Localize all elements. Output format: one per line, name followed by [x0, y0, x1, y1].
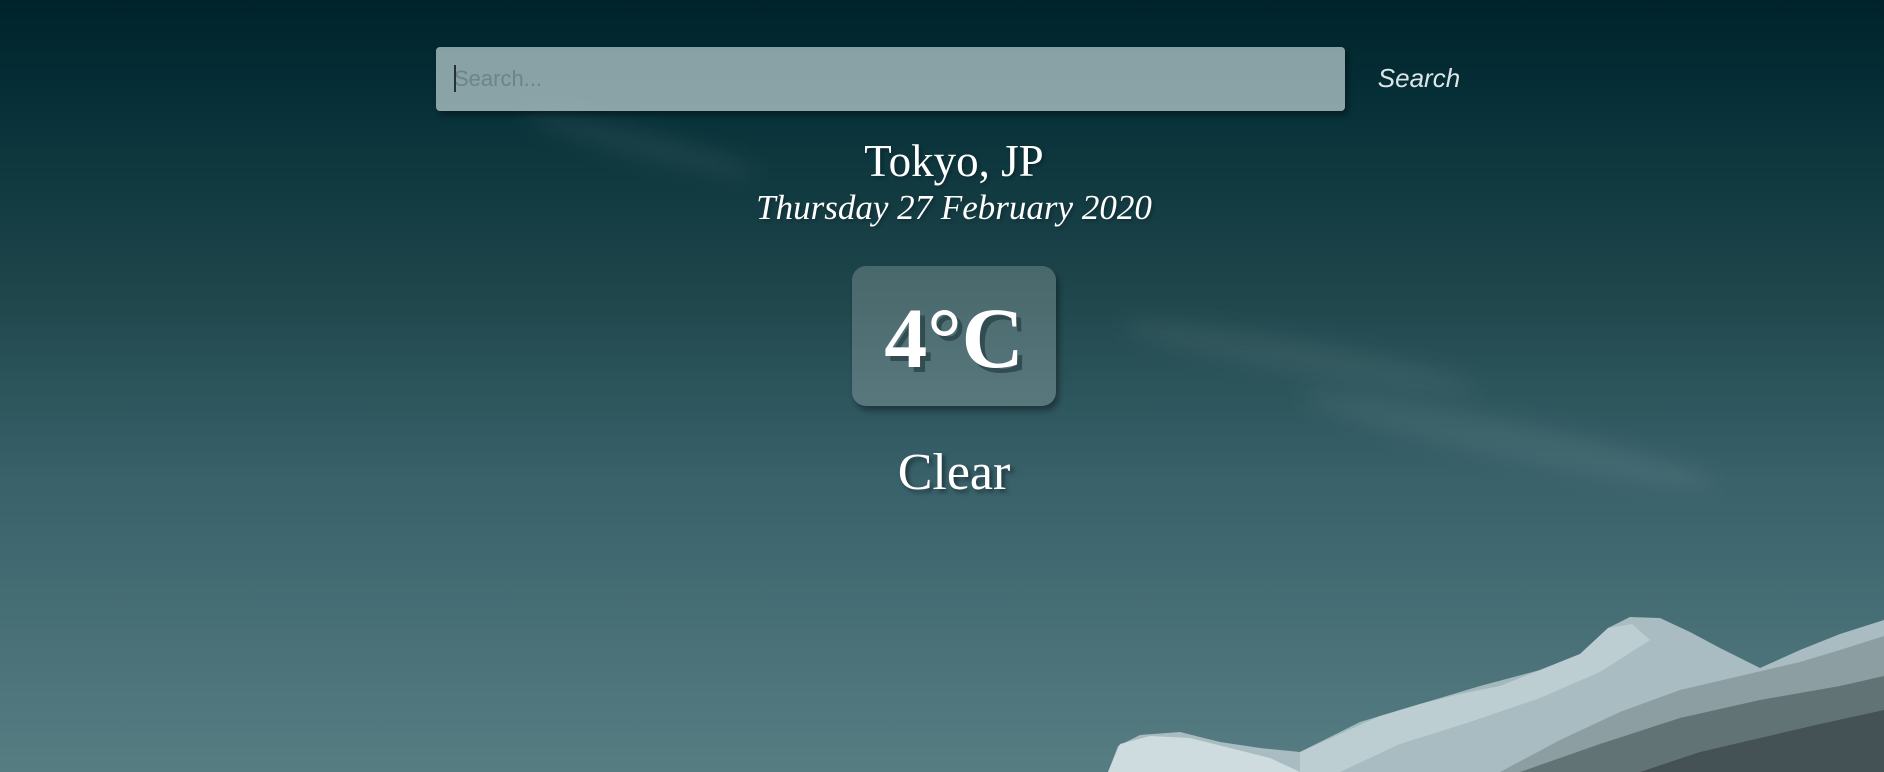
- weather-condition: Clear: [897, 444, 1011, 501]
- temperature-value: 4°C: [884, 290, 1024, 386]
- weather-app: Search Tokyo, JP Thursday 27 February 20…: [0, 0, 1884, 772]
- search-button[interactable]: Search: [1364, 56, 1474, 100]
- text-cursor: [454, 65, 456, 92]
- search-input[interactable]: [436, 47, 1345, 111]
- location-title: Tokyo, JP: [864, 136, 1044, 186]
- current-date: Thursday 27 February 2020: [756, 188, 1152, 227]
- temperature-card: 4°C: [852, 266, 1056, 406]
